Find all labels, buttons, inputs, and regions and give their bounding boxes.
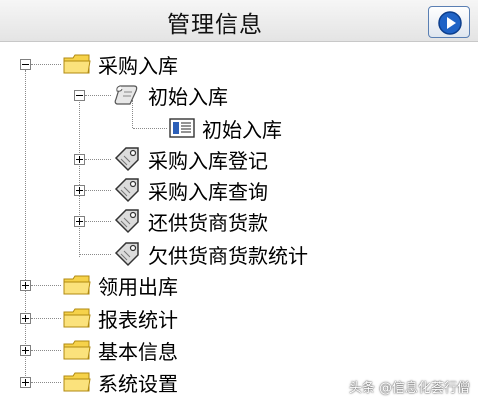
tree-node-outbound[interactable]: 领用出库 (62, 271, 178, 299)
folder-icon (63, 308, 91, 328)
folder-icon (63, 54, 91, 74)
tree-node-purchase-register[interactable]: 采购入库登记 (112, 145, 268, 173)
expand-toggle-reports[interactable] (20, 313, 31, 324)
tree-node-label: 初始入库 (148, 84, 228, 109)
tag-icon (114, 242, 139, 267)
tree-node-label: 欠供货商货款统计 (148, 243, 308, 268)
tag-icon (114, 209, 139, 234)
form-document-icon (169, 118, 195, 138)
tree-node-system-settings[interactable]: 系统设置 (62, 368, 178, 396)
scroll-icon (114, 85, 138, 105)
expand-toggle-outbound[interactable] (20, 280, 31, 291)
header-bar: 管理信息 (0, 0, 478, 42)
tree-node-purchase-query[interactable]: 采购入库查询 (112, 176, 268, 204)
tree-node-initial-warehousing[interactable]: 初始入库 (112, 81, 228, 109)
tree-node-label: 初始入库 (202, 117, 282, 142)
tree-node-label: 还供货商货款 (148, 210, 268, 235)
page-title: 管理信息 (167, 12, 263, 38)
expand-toggle-query[interactable] (74, 185, 85, 196)
tree-node-label: 采购入库查询 (148, 179, 268, 204)
tag-icon (114, 147, 139, 172)
play-circle-icon (438, 11, 462, 35)
tree-node-initial-warehousing-form[interactable]: 初始入库 (168, 114, 282, 142)
tree-node-label: 系统设置 (98, 371, 178, 396)
tree-node-owed-supplier-stats[interactable]: 欠供货商货款统计 (112, 240, 308, 268)
watermark: 头条 @信息化荟行僧 (348, 381, 470, 396)
tree-node-label: 采购入库登记 (148, 148, 268, 173)
tree-node-label: 采购入库 (98, 53, 178, 78)
navigation-tree: 采购入库 初始入库 初始入库 采购入库登记 采购入库查询 还供货商货款 欠供货商… (0, 42, 478, 400)
tag-icon (114, 178, 139, 203)
tree-node-basic-info[interactable]: 基本信息 (62, 336, 178, 364)
folder-icon (63, 275, 91, 295)
collapse-toggle-initial[interactable] (74, 90, 85, 101)
tree-node-label: 领用出库 (98, 274, 178, 299)
collapse-toggle-purchase[interactable] (20, 59, 31, 70)
play-button[interactable] (428, 6, 470, 38)
tree-node-repay-supplier[interactable]: 还供货商货款 (112, 207, 268, 235)
expand-toggle-settings[interactable] (20, 377, 31, 388)
tree-node-label: 报表统计 (98, 307, 178, 332)
expand-toggle-basic-info[interactable] (20, 345, 31, 356)
folder-icon (63, 340, 91, 360)
expand-toggle-register[interactable] (74, 154, 85, 165)
tree-connector-root (25, 70, 26, 382)
tree-node-label: 基本信息 (98, 339, 178, 364)
expand-toggle-repay[interactable] (74, 216, 85, 227)
folder-icon (63, 372, 91, 392)
tree-node-reports[interactable]: 报表统计 (62, 304, 178, 332)
tree-connector-level1 (79, 100, 80, 257)
tree-node-purchase-warehousing[interactable]: 采购入库 (62, 50, 178, 78)
